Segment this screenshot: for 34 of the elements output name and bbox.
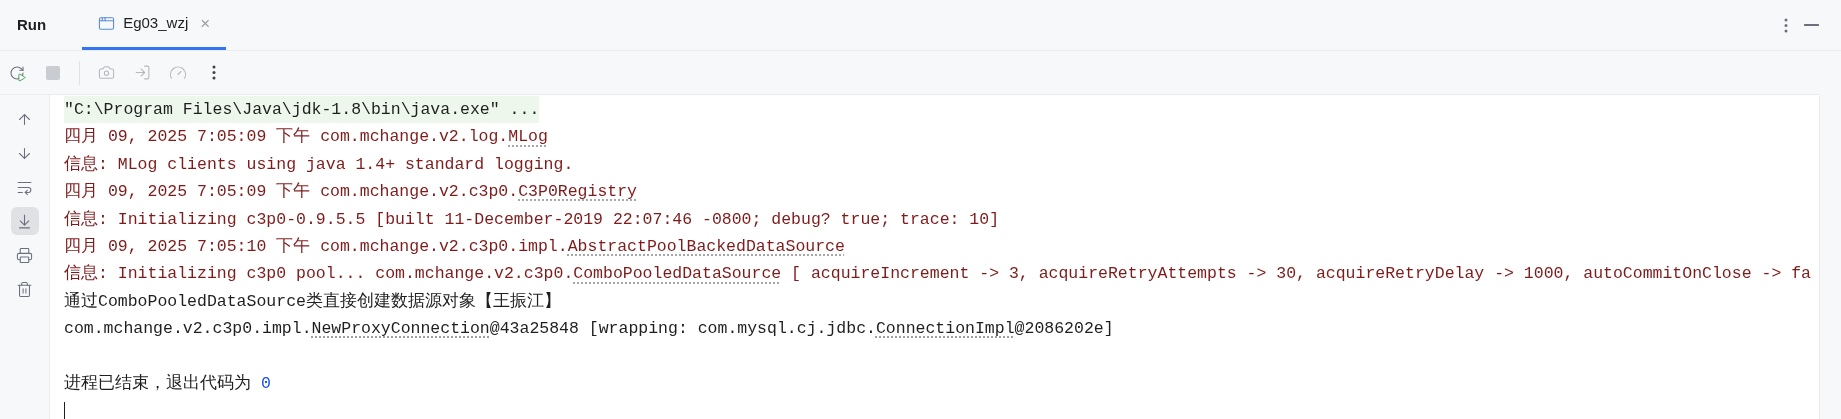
rerun-icon	[9, 64, 25, 81]
tab-label: Eg03_wzj	[123, 13, 189, 34]
class-link[interactable]: ConnectionImpl	[875, 319, 1015, 339]
console-text: com.mchange.v2.c3p0.impl.	[64, 319, 312, 339]
console-text: 信息: Initializing c3p0 pool... com.mchange.v2.c3p0.	[64, 264, 574, 284]
text-cursor	[64, 402, 65, 419]
console-text: "C:\Program Files\Java\jdk-1.8\bin\java.exe" ...	[64, 100, 540, 119]
window-icon	[98, 15, 116, 32]
console-text: @43a25848 [wrapping: com.mysql.cj.jdbc.	[489, 319, 876, 339]
panel-title: Run	[17, 14, 47, 35]
class-link[interactable]: AbstractPoolBackedDataSource	[567, 236, 845, 256]
console-text: 通过ComboPooledDataSource类直接创建数据源对象【王振江】	[64, 291, 561, 311]
console-text: 四月 09, 2025 7:05:09 下午 com.mchange.v2.log.	[64, 127, 509, 147]
console-text: [ acquireIncrement -> 3, acquireRetryAttempts -> 30, acquireRetryDelay -> 1000, autoCommitOnClose -> fa	[790, 264, 1811, 284]
scroll-to-end-icon	[16, 212, 33, 230]
more-icon	[1784, 17, 1788, 33]
console-text: 四月 09, 2025 7:05:10 下午 com.mchange.v2.c3p0.impl.	[64, 236, 568, 256]
class-link[interactable]: ComboPooledDataSource	[573, 264, 782, 284]
run-tab[interactable]: Eg03_wzj ×	[82, 0, 227, 50]
play-icon	[17, 72, 26, 82]
class-link[interactable]: MLog	[508, 127, 548, 147]
print-icon	[16, 246, 33, 264]
scroll-to-end-button[interactable]	[10, 207, 39, 235]
more-button[interactable]	[1784, 17, 1788, 33]
console-text: 进程已结束，退出代码为	[64, 373, 252, 393]
class-link[interactable]: C3P0Registry	[518, 182, 637, 202]
console-text: 四月 09, 2025 7:05:09 下午 com.mchange.v2.c3p0.	[64, 182, 519, 202]
console-text: @2086202e]	[1014, 319, 1114, 339]
console-text: 信息: Initializing c3p0-0.9.5.5 [built 11-December-2019 22:07:46 -0800; debug? true; trace: 10]	[64, 209, 1000, 229]
exit-code: 0	[260, 373, 271, 393]
console-text: 信息: MLog clients using java 1.4+ standard logging.	[64, 154, 574, 174]
class-link[interactable]: NewProxyConnection	[311, 319, 490, 339]
trash-icon	[16, 280, 33, 298]
minimize-icon	[1804, 24, 1819, 26]
